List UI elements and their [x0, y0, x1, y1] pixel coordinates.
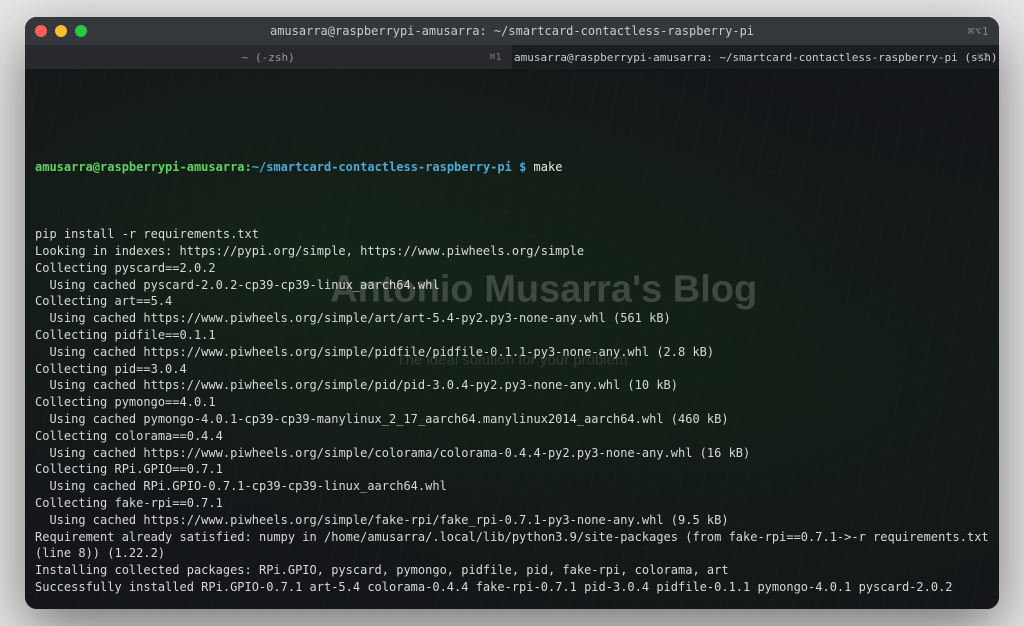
output-line: Installing collected packages: RPi.GPIO,…	[35, 562, 989, 579]
output-line: Collecting pymongo==4.0.1	[35, 394, 989, 411]
window-title: amusarra@raspberrypi-amusarra: ~/smartca…	[25, 24, 999, 38]
traffic-lights	[35, 25, 87, 37]
titlebar: amusarra@raspberrypi-amusarra: ~/smartca…	[25, 17, 999, 45]
output-line: Collecting fake-rpi==0.7.1	[35, 495, 989, 512]
output-line: Using cached pymongo-4.0.1-cp39-cp39-man…	[35, 411, 989, 428]
prompt-user-host: amusarra@raspberrypi-amusarra	[35, 160, 245, 174]
output-line: Successfully installed RPi.GPIO-0.7.1 ar…	[35, 579, 989, 596]
output-line: Collecting RPi.GPIO==0.7.1	[35, 461, 989, 478]
maximize-icon[interactable]	[75, 25, 87, 37]
output-block: pip install -r requirements.txtLooking i…	[35, 226, 989, 596]
tab-shortcut: ⌘2	[977, 52, 989, 63]
terminal-body[interactable]: Antonio Musarra's Blog The ideal solutio…	[25, 69, 999, 609]
output-line: Using cached pyscard-2.0.2-cp39-cp39-lin…	[35, 277, 989, 294]
tab-local-zsh[interactable]: ~ (-zsh) ⌘1	[25, 45, 513, 69]
output-line: Collecting pid==3.0.4	[35, 361, 989, 378]
output-line: pip install -r requirements.txt	[35, 226, 989, 243]
output-line: Collecting colorama==0.4.4	[35, 428, 989, 445]
output-line: Using cached https://www.piwheels.org/si…	[35, 310, 989, 327]
prompt-path: ~/smartcard-contactless-raspberry-pi	[252, 160, 512, 174]
window-shortcut: ⌘⌥1	[968, 25, 989, 38]
terminal-window: amusarra@raspberrypi-amusarra: ~/smartca…	[25, 17, 999, 609]
output-line: Looking in indexes: https://pypi.org/sim…	[35, 243, 989, 260]
tab-shortcut: ⌘1	[489, 52, 501, 63]
output-line: Using cached https://www.piwheels.org/si…	[35, 377, 989, 394]
tab-ssh-raspberry[interactable]: amusarra@raspberrypi-amusarra: ~/smartca…	[513, 45, 1000, 69]
output-line: Using cached https://www.piwheels.org/si…	[35, 512, 989, 529]
prompt-dollar: $	[512, 160, 534, 174]
output-line: Using cached https://www.piwheels.org/si…	[35, 344, 989, 361]
tab-label: ~ (-zsh)	[242, 51, 295, 64]
output-line: Requirement already satisfied: numpy in …	[35, 529, 989, 563]
prompt-colon: :	[245, 160, 252, 174]
output-line: Collecting pidfile==0.1.1	[35, 327, 989, 344]
output-line: Using cached https://www.piwheels.org/si…	[35, 445, 989, 462]
output-line: Using cached RPi.GPIO-0.7.1-cp39-cp39-li…	[35, 478, 989, 495]
command-text: make	[534, 160, 563, 174]
tab-bar: ~ (-zsh) ⌘1 amusarra@raspberrypi-amusarr…	[25, 45, 999, 69]
tab-label: amusarra@raspberrypi-amusarra: ~/smartca…	[514, 51, 997, 64]
prompt-line-1: amusarra@raspberrypi-amusarra:~/smartcar…	[35, 159, 989, 176]
minimize-icon[interactable]	[55, 25, 67, 37]
close-icon[interactable]	[35, 25, 47, 37]
output-line: Collecting pyscard==2.0.2	[35, 260, 989, 277]
output-line: Collecting art==5.4	[35, 293, 989, 310]
